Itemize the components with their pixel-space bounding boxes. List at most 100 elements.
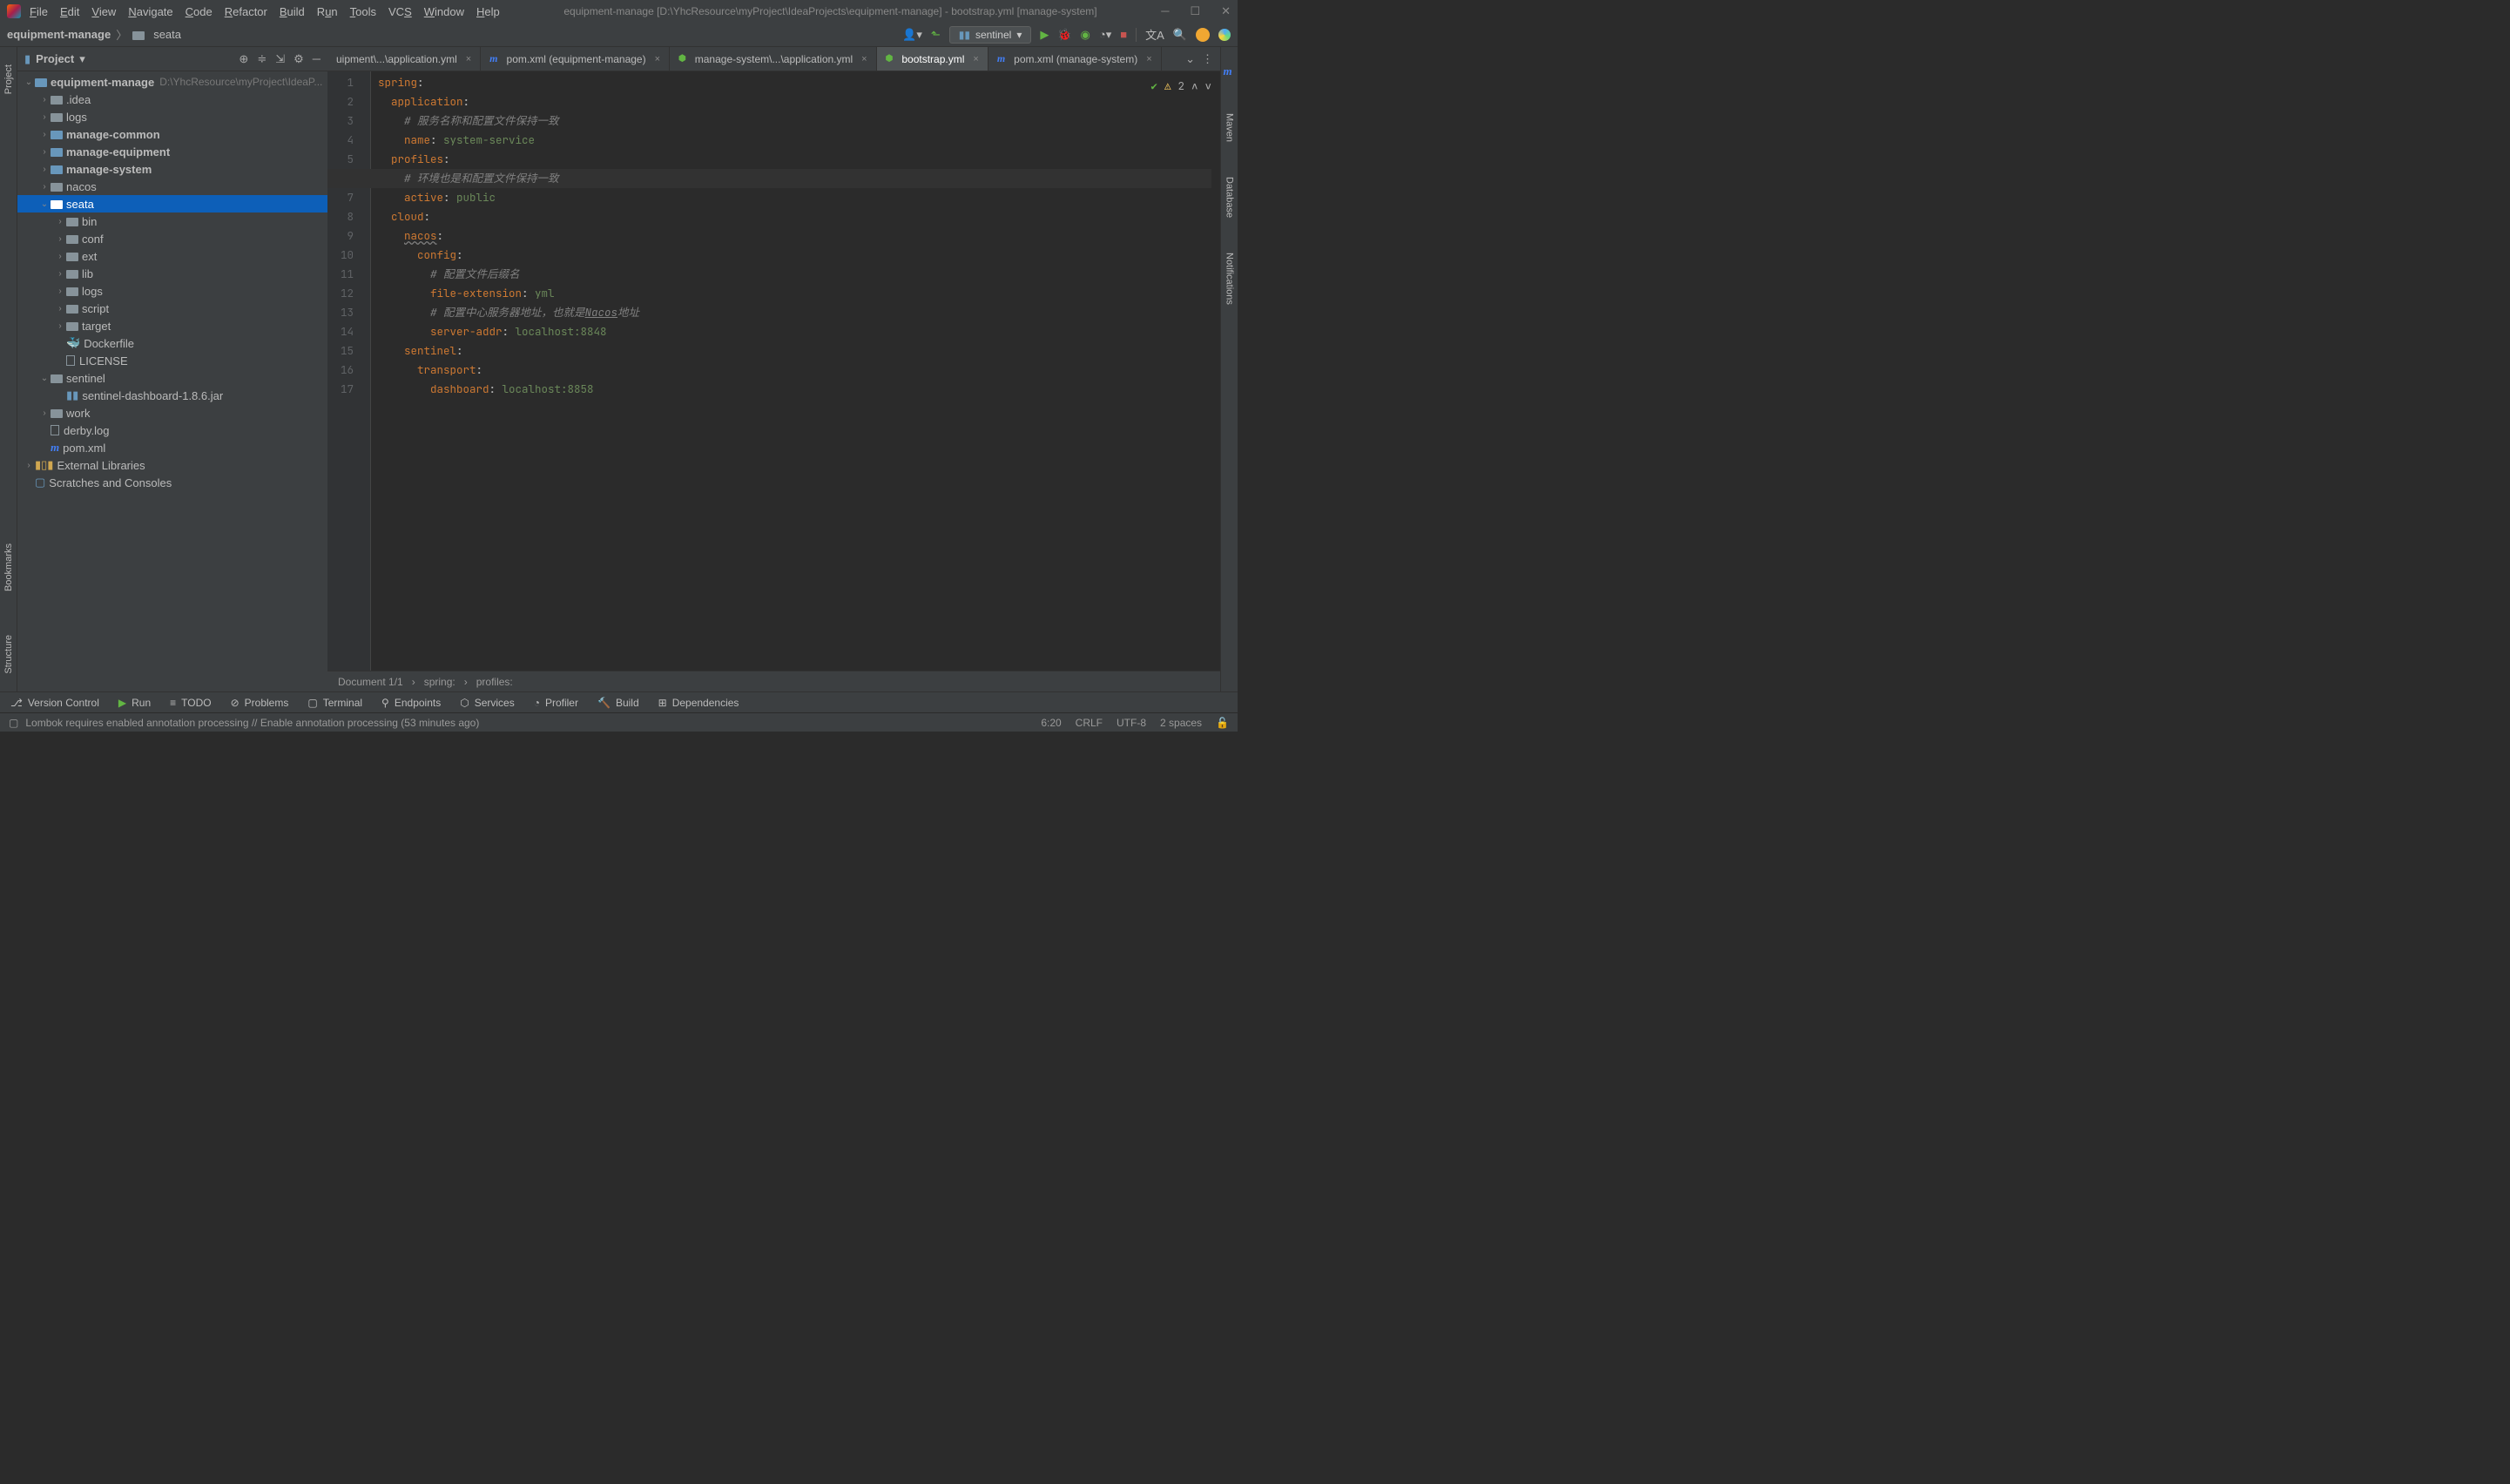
chevron-down-icon[interactable]: ▾: [79, 52, 85, 66]
menu-tools[interactable]: Tools: [350, 5, 376, 18]
menu-file[interactable]: File: [30, 5, 48, 18]
stop-icon[interactable]: ■: [1120, 28, 1127, 41]
avatar[interactable]: [1196, 28, 1210, 42]
tab-more-icon[interactable]: ⋮: [1202, 52, 1213, 66]
tree-item[interactable]: ›.idea: [17, 91, 327, 108]
menu-view[interactable]: View: [91, 5, 116, 18]
collapse-all-icon[interactable]: ⇲: [275, 52, 285, 66]
tree-item-selected[interactable]: ⌄seata: [17, 195, 327, 212]
services-tool[interactable]: ⬡Services: [460, 697, 515, 709]
breadcrumb-item[interactable]: seata: [153, 28, 181, 41]
indent-info[interactable]: 2 spaces: [1160, 717, 1202, 729]
todo-tool[interactable]: ≡TODO: [170, 697, 211, 709]
search-icon[interactable]: 🔍: [1173, 28, 1187, 42]
crumb[interactable]: Document 1/1: [338, 676, 403, 688]
close-icon[interactable]: ×: [973, 54, 978, 64]
tree-item[interactable]: 🐳Dockerfile: [17, 334, 327, 352]
menu-build[interactable]: Build: [280, 5, 305, 18]
editor-tab-active[interactable]: ⬢bootstrap.yml×: [877, 47, 988, 71]
bookmarks-tool-button[interactable]: Bookmarks: [3, 543, 14, 591]
menu-edit[interactable]: Edit: [60, 5, 79, 18]
expand-all-icon[interactable]: ≑: [257, 52, 267, 66]
debug-icon[interactable]: 🐞: [1057, 28, 1071, 42]
editor-tab[interactable]: ⬢manage-system\...\application.yml×: [670, 47, 877, 71]
run-tool[interactable]: ▶Run: [118, 697, 151, 709]
tree-item[interactable]: ›logs: [17, 108, 327, 125]
tree-item[interactable]: ›manage-common: [17, 125, 327, 143]
tree-item[interactable]: ›▮▯▮External Libraries: [17, 456, 327, 474]
tree-item[interactable]: ›manage-system: [17, 160, 327, 178]
tree-item[interactable]: ›work: [17, 404, 327, 422]
fold-gutter[interactable]: [361, 71, 371, 671]
user-icon[interactable]: 👤▾: [902, 28, 922, 42]
inspection-icon[interactable]: ✔: [1150, 77, 1157, 96]
warning-icon[interactable]: ⚠: [1164, 77, 1171, 96]
tree-item[interactable]: ›target: [17, 317, 327, 334]
tree-root[interactable]: ⌄equipment-manageD:\YhcResource\myProjec…: [17, 73, 327, 91]
coverage-icon[interactable]: ◉: [1081, 28, 1090, 42]
tree-item[interactable]: ›bin: [17, 212, 327, 230]
tree-item[interactable]: ▮▮sentinel-dashboard-1.8.6.jar: [17, 387, 327, 404]
status-message[interactable]: Lombok requires enabled annotation proce…: [25, 717, 479, 729]
tree-item[interactable]: ›nacos: [17, 178, 327, 195]
close-icon[interactable]: ×: [1146, 54, 1151, 64]
problems-tool[interactable]: ⊘Problems: [231, 697, 289, 709]
select-opened-icon[interactable]: ⊕: [239, 52, 248, 66]
panel-title[interactable]: Project: [36, 52, 74, 65]
code-content[interactable]: spring: application: # 服务名称和配置文件保持一致 nam…: [371, 71, 1220, 671]
tree-item[interactable]: ▢Scratches and Consoles: [17, 474, 327, 491]
close-icon[interactable]: ×: [466, 54, 471, 64]
tree-item[interactable]: ⌄sentinel: [17, 369, 327, 387]
editor-tab[interactable]: mpom.xml (equipment-manage)×: [481, 47, 670, 71]
menu-run[interactable]: Run: [317, 5, 338, 18]
vcs-tool[interactable]: ⎇Version Control: [10, 697, 99, 709]
dependencies-tool[interactable]: ⊞Dependencies: [658, 697, 739, 709]
menu-code[interactable]: Code: [186, 5, 213, 18]
run-icon[interactable]: ▶: [1040, 28, 1049, 42]
build-tool[interactable]: 🔨Build: [597, 697, 639, 709]
minimize-button[interactable]: ─: [1161, 4, 1169, 18]
tree-item[interactable]: ›conf: [17, 230, 327, 247]
structure-tool-button[interactable]: Structure: [3, 635, 14, 674]
profiler-icon[interactable]: ◔▾: [1099, 28, 1111, 42]
menu-navigate[interactable]: Navigate: [128, 5, 172, 18]
code-editor[interactable]: 1234567891011121314151617 spring: applic…: [327, 71, 1220, 671]
tree-item[interactable]: LICENSE: [17, 352, 327, 369]
codewithme-icon[interactable]: [1218, 29, 1231, 41]
close-icon[interactable]: ×: [861, 54, 867, 64]
translate-icon[interactable]: 文A: [1145, 26, 1164, 43]
close-icon[interactable]: ×: [655, 54, 660, 64]
terminal-tool[interactable]: ▢Terminal: [307, 697, 362, 709]
close-button[interactable]: ✕: [1221, 4, 1231, 18]
tree-item[interactable]: ›logs: [17, 282, 327, 300]
menu-refactor[interactable]: Refactor: [225, 5, 267, 18]
build-icon[interactable]: ⬑: [931, 28, 941, 42]
crumb[interactable]: profiles:: [476, 676, 513, 688]
maven-tool-button[interactable]: Maven: [1225, 113, 1235, 142]
line-separator[interactable]: CRLF: [1076, 717, 1103, 729]
breadcrumb-root[interactable]: equipment-manage: [7, 28, 111, 41]
file-encoding[interactable]: UTF-8: [1117, 717, 1146, 729]
profiler-tool[interactable]: ◔Profiler: [534, 697, 578, 709]
tab-dropdown-icon[interactable]: ⌄: [1185, 52, 1195, 66]
database-tool-button[interactable]: Database: [1225, 177, 1235, 218]
editor-tab[interactable]: mpom.xml (manage-system)×: [988, 47, 1162, 71]
tree-item[interactable]: ›lib: [17, 265, 327, 282]
status-icon[interactable]: ▢: [9, 717, 18, 729]
tree-item[interactable]: ›ext: [17, 247, 327, 265]
lock-icon[interactable]: 🔓: [1216, 717, 1229, 729]
project-tool-button[interactable]: Project: [3, 64, 14, 94]
crumb[interactable]: spring:: [424, 676, 455, 688]
menu-window[interactable]: Window: [424, 5, 464, 18]
menu-help[interactable]: Help: [476, 5, 500, 18]
endpoints-tool[interactable]: ⚲Endpoints: [381, 697, 441, 709]
tree-item[interactable]: ›script: [17, 300, 327, 317]
next-icon[interactable]: ∨: [1204, 77, 1211, 96]
maven-tool-icon[interactable]: m: [1223, 64, 1231, 78]
project-tree[interactable]: ⌄equipment-manageD:\YhcResource\myProjec…: [17, 71, 327, 691]
caret-position[interactable]: 6:20: [1041, 717, 1061, 729]
gear-icon[interactable]: ⚙: [294, 52, 304, 66]
tree-item[interactable]: derby.log: [17, 422, 327, 439]
notifications-tool-button[interactable]: Notifications: [1225, 253, 1235, 305]
run-config-selector[interactable]: ▮▮ sentinel ▾: [949, 26, 1032, 44]
